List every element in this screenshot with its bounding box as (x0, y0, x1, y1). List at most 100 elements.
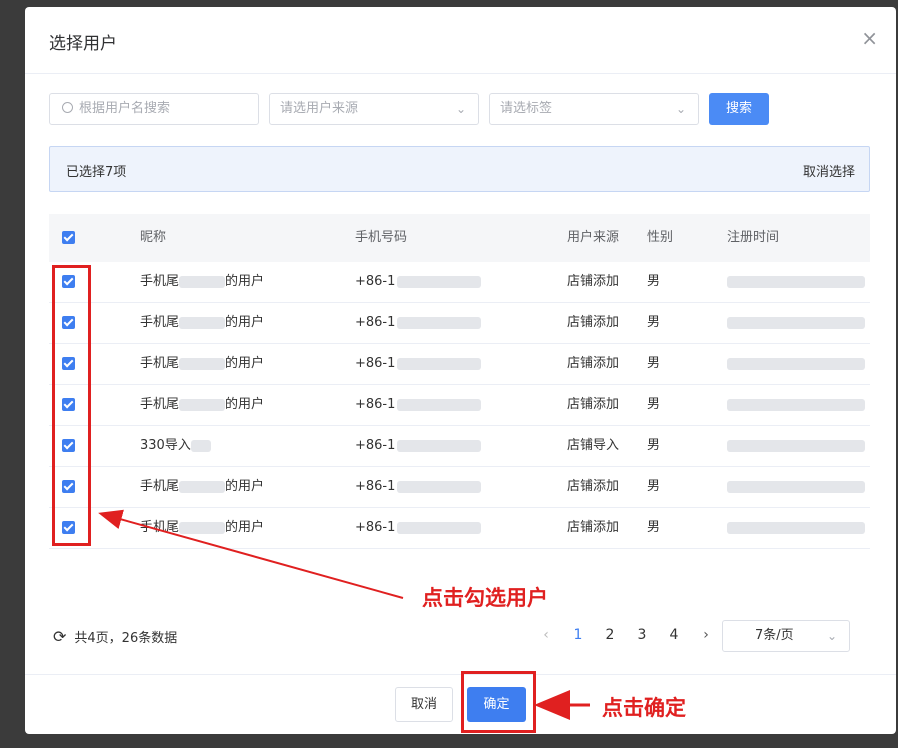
row-name: 330导入 (140, 426, 211, 466)
page-4[interactable]: 4 (664, 627, 684, 643)
row-name: 手机尾 的用户 (140, 303, 264, 343)
row-name: 手机尾 的用户 (140, 262, 264, 302)
phone-prefix: +86-1 (355, 479, 396, 494)
row-phone: +86-1 (355, 467, 482, 507)
username-search-input[interactable]: 根据用户名搜索 (49, 93, 259, 125)
row-gender: 男 (647, 438, 661, 453)
header-gender: 性别 (647, 230, 674, 245)
row-source: 店铺添加 (567, 274, 620, 289)
row-register-time (727, 467, 865, 507)
redacted-phone (397, 439, 482, 452)
redacted-name (179, 275, 226, 288)
name-prefix: 手机尾 (140, 520, 180, 535)
redacted-name (179, 521, 226, 534)
table-header: 昵称 手机号码 用户来源 性别 注册时间 (49, 214, 870, 262)
redacted-time (727, 480, 865, 493)
next-page-button[interactable]: › (696, 627, 716, 643)
name-prefix: 手机尾 (140, 397, 180, 412)
row-register-time (727, 508, 865, 548)
table-row[interactable]: 手机尾 的用户 +86-1 店铺添加 男 (49, 344, 870, 385)
page-1[interactable]: 1 (568, 627, 588, 643)
redacted-time (727, 439, 865, 452)
row-name: 手机尾 的用户 (140, 467, 264, 507)
redacted-time (727, 521, 865, 534)
phone-prefix: +86-1 (355, 438, 396, 453)
chevron-down-icon: ⌄ (675, 102, 686, 116)
table-body: 手机尾 的用户 +86-1 店铺添加男手机尾 的用户 +86-1 店铺添加男手机尾 的用户 +8… (49, 262, 870, 549)
row-name: 手机尾 的用户 (140, 508, 264, 548)
row-phone: +86-1 (355, 303, 482, 343)
pagination-summary: ⟳ 共4页，26条数据 (53, 627, 177, 646)
row-source: 店铺添加 (567, 479, 620, 494)
summary-text: 共4页，26条数据 (74, 631, 178, 646)
table-row[interactable]: 手机尾 的用户 +86-1 店铺添加 男 (49, 467, 870, 508)
annotation-check-users: 点击勾选用户 (422, 585, 548, 610)
redacted-name (179, 357, 226, 370)
page-3[interactable]: 3 (632, 627, 652, 643)
redacted-time (727, 357, 865, 370)
phone-prefix: +86-1 (355, 520, 396, 535)
row-phone: +86-1 (355, 344, 482, 384)
search-placeholder: 根据用户名搜索 (79, 101, 171, 116)
search-button[interactable]: 搜索 (709, 93, 769, 125)
row-register-time (727, 344, 865, 384)
refresh-icon[interactable]: ⟳ (53, 627, 66, 646)
table-row[interactable]: 手机尾 的用户 +86-1 店铺添加 男 (49, 262, 870, 303)
name-prefix: 手机尾 (140, 356, 180, 371)
dialog-header: 选择用户 × (25, 7, 896, 74)
redacted-name (179, 480, 226, 493)
header-register-time: 注册时间 (727, 230, 780, 245)
close-icon[interactable]: × (861, 27, 878, 49)
cancel-selection-link[interactable]: 取消选择 (803, 161, 855, 180)
tag-placeholder: 请选标签 (500, 101, 553, 116)
row-name: 手机尾 的用户 (140, 344, 264, 384)
redacted-name (179, 398, 226, 411)
row-gender: 男 (647, 397, 661, 412)
row-source: 店铺添加 (567, 520, 620, 535)
header-source: 用户来源 (567, 230, 620, 245)
select-all-cell (62, 214, 75, 262)
redacted-phone (397, 521, 482, 534)
header-name: 昵称 (140, 230, 167, 245)
page-size-select[interactable]: 7条/页 ⌄ (722, 620, 850, 652)
confirm-highlight-box (461, 671, 536, 733)
select-all-checkbox[interactable] (62, 231, 75, 244)
row-gender: 男 (647, 274, 661, 289)
row-source: 店铺添加 (567, 356, 620, 371)
redacted-time (727, 398, 865, 411)
source-placeholder: 请选用户来源 (280, 101, 359, 116)
redacted-phone (397, 357, 482, 370)
row-gender: 男 (647, 356, 661, 371)
row-gender: 男 (647, 315, 661, 330)
cancel-button[interactable]: 取消 (395, 687, 453, 722)
row-gender: 男 (647, 520, 661, 535)
name-suffix: 的用户 (225, 520, 265, 535)
user-table: 昵称 手机号码 用户来源 性别 注册时间 手机尾 的用户 +86-1 店铺添加男手机尾… (49, 214, 870, 549)
selection-count: 已选择7项 (66, 165, 127, 180)
phone-prefix: +86-1 (355, 274, 396, 289)
name-prefix: 330导入 (140, 438, 191, 453)
name-suffix: 的用户 (225, 479, 265, 494)
chevron-down-icon: ⌄ (455, 102, 466, 116)
annotation-click-confirm: 点击确定 (602, 695, 686, 720)
row-phone: +86-1 (355, 508, 482, 548)
table-row[interactable]: 手机尾 的用户 +86-1 店铺添加 男 (49, 385, 870, 426)
table-row[interactable]: 手机尾 的用户 +86-1 店铺添加 男 (49, 508, 870, 549)
row-register-time (727, 385, 865, 425)
redacted-time (727, 275, 865, 288)
phone-prefix: +86-1 (355, 315, 396, 330)
redacted-time (727, 316, 865, 329)
redacted-phone (397, 316, 482, 329)
phone-prefix: +86-1 (355, 356, 396, 371)
user-source-select[interactable]: 请选用户来源 ⌄ (269, 93, 479, 125)
chevron-down-icon: ⌄ (826, 629, 837, 643)
row-phone: +86-1 (355, 262, 482, 302)
row-source: 店铺导入 (567, 438, 620, 453)
redacted-phone (397, 480, 482, 493)
page-2[interactable]: 2 (600, 627, 620, 643)
prev-page-button[interactable]: ‹ (536, 627, 556, 643)
name-prefix: 手机尾 (140, 479, 180, 494)
tag-select[interactable]: 请选标签 ⌄ (489, 93, 699, 125)
table-row[interactable]: 手机尾 的用户 +86-1 店铺添加 男 (49, 303, 870, 344)
table-row[interactable]: 330导入 +86-1 店铺导入 男 (49, 426, 870, 467)
